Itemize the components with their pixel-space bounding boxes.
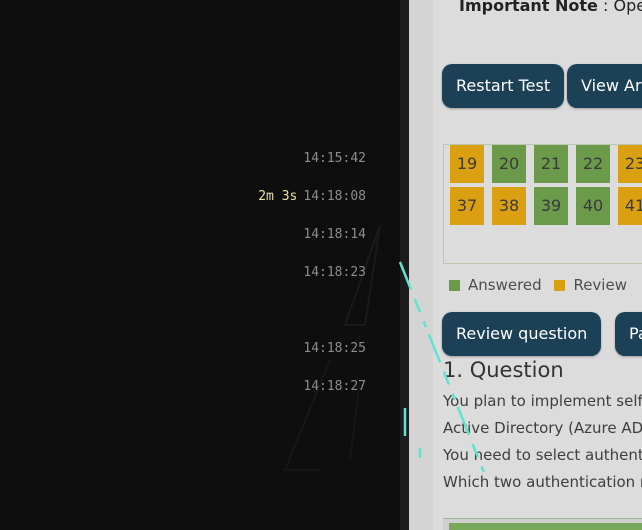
dashed-overlay-line [398, 261, 487, 476]
